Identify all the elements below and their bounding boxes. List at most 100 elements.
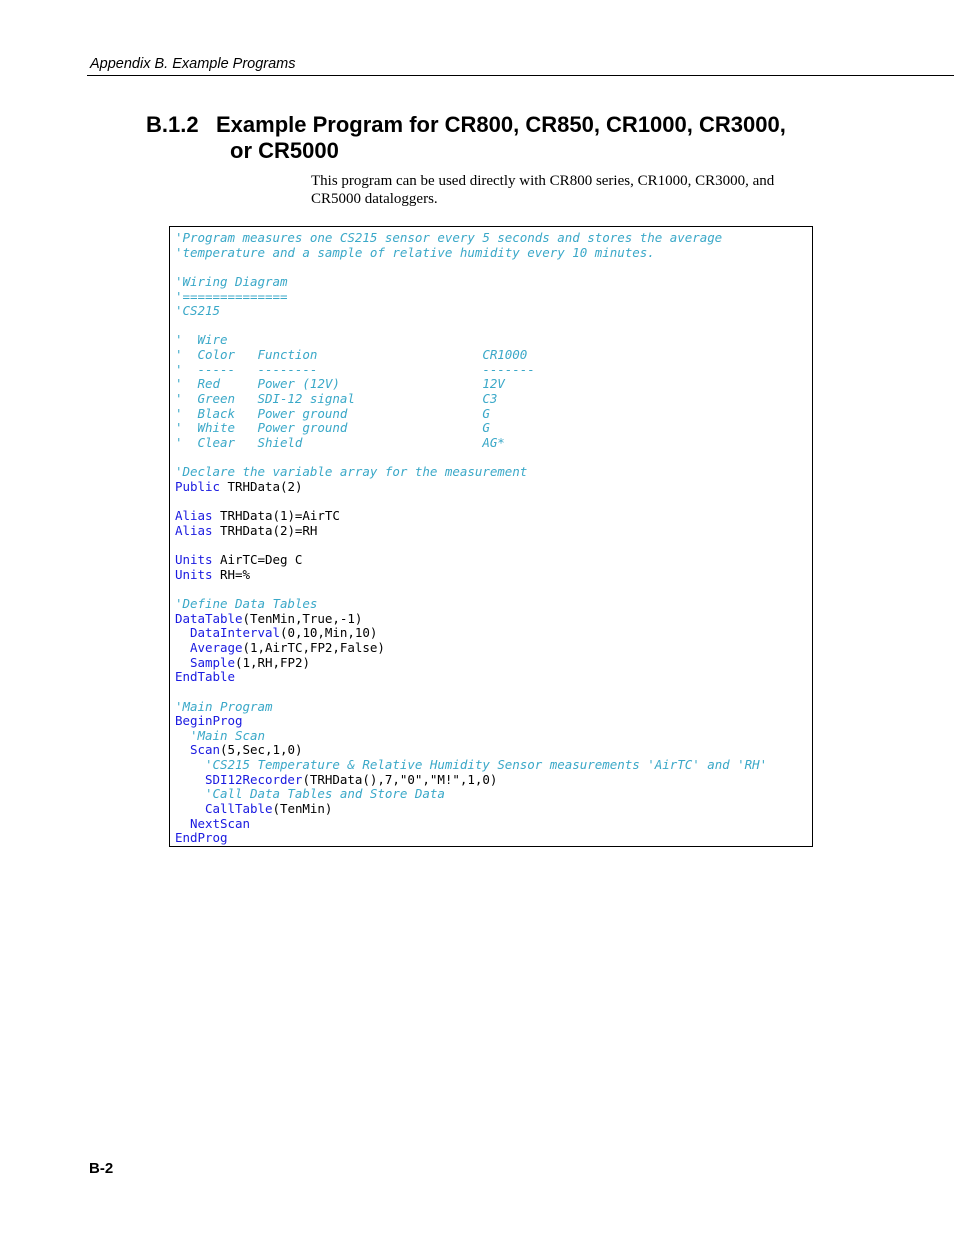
code-token-plain: (TenMin,True,-1) bbox=[242, 610, 363, 626]
code-line: 'CS215 Temperature & Relative Humidity S… bbox=[175, 757, 768, 773]
code-token-keyword: Public bbox=[175, 478, 220, 494]
code-line: ' Color Function CR1000 bbox=[175, 347, 767, 363]
code-token-keyword: Units bbox=[175, 552, 213, 568]
header-rule bbox=[87, 75, 954, 76]
code-line: '============== bbox=[175, 288, 767, 305]
code-line: ' ----- -------- ------- bbox=[175, 361, 767, 378]
code-line: CallTable(TenMin) bbox=[175, 800, 767, 817]
code-line: DataInterval(0,10,Min,10) bbox=[175, 625, 767, 641]
code-token-plain: (TenMin) bbox=[272, 800, 333, 816]
code-line: Alias TRHData(1)=AirTC bbox=[175, 508, 767, 524]
code-token-comment: 'Main Scan bbox=[190, 727, 265, 743]
section-number: B.1.2 bbox=[146, 112, 199, 137]
code-token-keyword: Units bbox=[175, 566, 213, 582]
code-token-comment: 'Main Program bbox=[175, 698, 273, 714]
code-token-keyword: DataInterval bbox=[190, 625, 280, 641]
code-token-keyword: Sample bbox=[190, 654, 235, 670]
section-title-text: Example Program for CR800, CR850, CR1000… bbox=[216, 112, 786, 137]
code-token-comment: 'Declare the variable array for the meas… bbox=[175, 464, 528, 480]
code-token-plain: (0,10,Min,10) bbox=[279, 625, 378, 641]
code-token-comment: 'Program measures one CS215 sensor every… bbox=[175, 230, 723, 245]
code-token-keyword: EndTable bbox=[175, 669, 235, 685]
code-token-plain: TRHData(2) bbox=[219, 478, 303, 494]
code-token-keyword: SDI12Recorder bbox=[204, 771, 303, 787]
code-line: Public TRHData(2) bbox=[175, 478, 767, 495]
code-line: Average(1,AirTC,FP2,False) bbox=[175, 639, 767, 656]
code-token-keyword: NextScan bbox=[190, 815, 250, 831]
code-token-comment: ' Wire bbox=[175, 332, 228, 348]
code-token-plain: (1,AirTC,FP2,False) bbox=[242, 639, 385, 655]
code-line: ' Black Power ground G bbox=[175, 405, 767, 422]
code-line: 'Define Data Tables bbox=[175, 596, 767, 612]
code-token-plain: TRHData(2)=RH bbox=[212, 522, 318, 538]
code-line: Sample(1,RH,FP2) bbox=[175, 654, 767, 671]
code-token-comment: ' Red Power (12V) 12V bbox=[175, 376, 505, 392]
code-token-comment: 'Call Data Tables and Store Data bbox=[204, 786, 445, 802]
code-token-plain: (5,Sec,1,0) bbox=[219, 742, 303, 758]
code-line: BeginProg bbox=[175, 713, 767, 729]
code-line: 'Main Program bbox=[175, 698, 767, 715]
code-token-comment: 'temperature and a sample of relative hu… bbox=[175, 244, 655, 260]
code-line: ' Clear Shield AG* bbox=[175, 435, 767, 451]
code-line: 'Main Scan bbox=[175, 727, 767, 744]
code-line: DataTable(TenMin,True,-1) bbox=[175, 610, 767, 627]
code-token-plain: (TRHData(),7,"0","M!",1,0) bbox=[302, 771, 498, 787]
code-line: 'CS215 bbox=[175, 303, 767, 319]
code-line: Scan(5,Sec,1,0) bbox=[175, 743, 767, 758]
code-listing-box: 'Program measures one CS215 sensor every… bbox=[169, 226, 813, 847]
code-token-comment: 'CS215 Temperature & Relative Humidity S… bbox=[204, 757, 768, 773]
code-token-comment: ' Green SDI-12 signal C3 bbox=[175, 391, 498, 407]
code-token-keyword: CallTable bbox=[204, 800, 273, 816]
code-token-plain: (1,RH,FP2) bbox=[234, 654, 310, 670]
section-title: B.1.2 Example Program for CR800, CR850, C… bbox=[146, 112, 786, 164]
code-line: 'Call Data Tables and Store Data bbox=[175, 787, 767, 802]
code-line: NextScan bbox=[175, 815, 767, 832]
code-token-keyword: DataTable bbox=[175, 610, 243, 626]
intro-paragraph: This program can be used directly with C… bbox=[311, 173, 775, 207]
code-token-keyword: Average bbox=[190, 639, 243, 655]
code-line: ' Wire bbox=[175, 333, 767, 348]
code-line: 'temperature and a sample of relative hu… bbox=[175, 244, 767, 261]
code-line: Units RH=% bbox=[175, 566, 767, 583]
code-line: 'Wiring Diagram bbox=[175, 273, 767, 290]
code-token-comment: ' Color Function CR1000 bbox=[175, 347, 528, 363]
code-line: ' Red Power (12V) 12V bbox=[175, 377, 767, 392]
code-token-plain: TRHData(1)=AirTC bbox=[212, 508, 340, 524]
code-token-comment: 'Wiring Diagram bbox=[175, 273, 288, 289]
code-token-keyword: EndProg bbox=[175, 830, 228, 846]
code-line: 'Program measures one CS215 sensor every… bbox=[175, 230, 767, 246]
page-number: B-2 bbox=[89, 1160, 114, 1177]
code-token-keyword: BeginProg bbox=[175, 713, 243, 729]
code-listing: 'Program measures one CS215 sensor every… bbox=[175, 230, 768, 846]
code-token-comment: 'CS215 bbox=[175, 303, 220, 319]
code-token-keyword: Alias bbox=[175, 522, 213, 538]
code-line: EndTable bbox=[175, 669, 767, 685]
section-title-line-1: B.1.2 Example Program for CR800, CR850, C… bbox=[146, 112, 786, 138]
section-title-line-2: or CR5000 bbox=[230, 138, 339, 163]
code-line: 'Declare the variable array for the meas… bbox=[175, 464, 767, 480]
code-line: Alias TRHData(2)=RH bbox=[175, 522, 767, 539]
code-token-comment: ' Black Power ground G bbox=[175, 405, 490, 421]
code-token-comment: ' ----- -------- ------- bbox=[175, 361, 535, 377]
code-token-comment: ' White Power ground G bbox=[175, 420, 490, 436]
code-token-comment: '============== bbox=[175, 288, 288, 304]
code-token-plain: RH=% bbox=[212, 566, 250, 582]
code-token-plain: AirTC=Deg C bbox=[212, 552, 303, 568]
code-line: Units AirTC=Deg C bbox=[175, 552, 767, 568]
code-token-keyword: Scan bbox=[190, 742, 220, 758]
